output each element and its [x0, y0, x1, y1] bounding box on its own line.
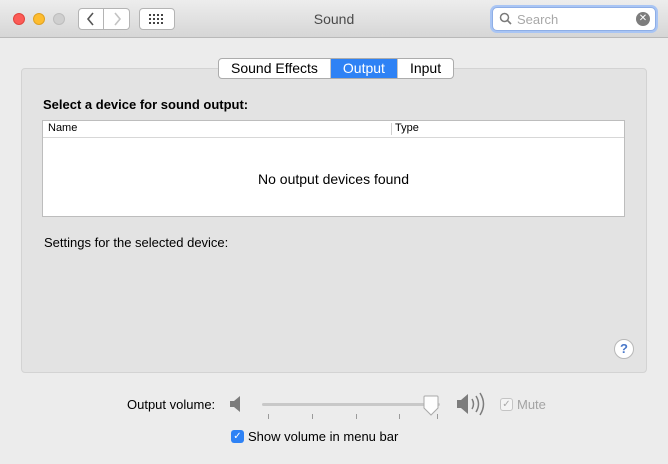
checkmark-icon: ✓ [502, 399, 511, 410]
title-bar: Sound Search ✕ [0, 0, 668, 38]
volume-slider-thumb[interactable] [422, 395, 440, 417]
show-volume-label: Show volume in menu bar [248, 429, 399, 444]
column-header-type[interactable]: Type [395, 122, 419, 134]
slider-tick [399, 414, 400, 419]
search-field[interactable]: Search ✕ [492, 7, 656, 31]
speaker-low-icon [230, 396, 240, 412]
slider-tick [268, 414, 269, 419]
tab-input[interactable]: Input [396, 59, 453, 78]
empty-message: No output devices found [258, 171, 409, 187]
clear-search-icon[interactable]: ✕ [636, 12, 650, 26]
checkmark-icon: ✓ [233, 431, 242, 442]
tab-bar: Sound Effects Output Input [218, 58, 455, 79]
slider-tick [312, 414, 313, 419]
speaker-high-icon [457, 392, 485, 416]
output-panel [21, 68, 647, 373]
device-settings-label: Settings for the selected device: [44, 235, 229, 250]
column-divider[interactable] [391, 123, 392, 135]
mute-checkbox[interactable]: ✓ [500, 398, 513, 411]
slider-tick [356, 414, 357, 419]
select-device-heading: Select a device for sound output: [43, 97, 249, 112]
table-header: Name Type [43, 121, 624, 138]
help-button[interactable]: ? [614, 339, 634, 359]
device-table[interactable]: Name Type No output devices found [42, 120, 625, 217]
column-header-name[interactable]: Name [48, 122, 77, 134]
volume-slider-track[interactable] [262, 403, 440, 406]
show-volume-checkbox[interactable]: ✓ [231, 430, 244, 443]
tab-output[interactable]: Output [329, 59, 397, 78]
output-volume-label: Output volume: [127, 397, 216, 412]
mute-label: Mute [517, 397, 546, 412]
search-icon [499, 12, 512, 25]
tab-sound-effects[interactable]: Sound Effects [219, 59, 330, 78]
search-placeholder: Search [517, 12, 559, 27]
